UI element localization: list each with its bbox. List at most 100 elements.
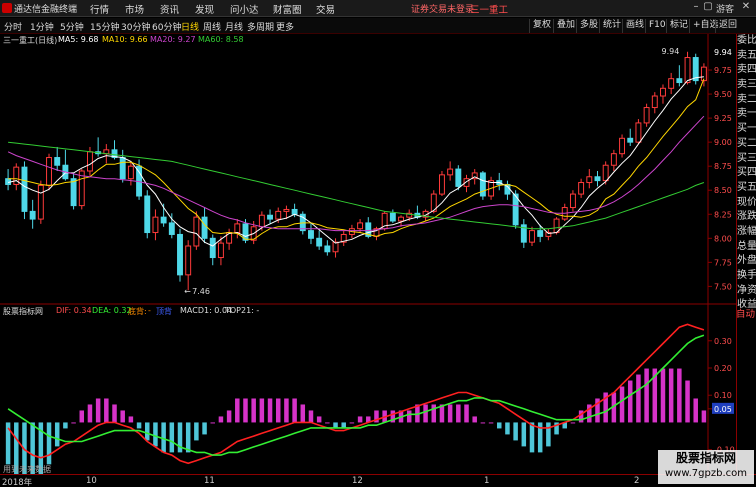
toolbar-button-0[interactable]: 复权	[529, 19, 554, 33]
macd-bar-pos	[349, 422, 355, 424]
trade-login-status[interactable]: 证券交易未登录	[411, 2, 474, 15]
side-label-10: 买五	[737, 181, 756, 193]
date-label-1: 10	[86, 476, 97, 486]
candle-up	[684, 57, 691, 84]
period-tab-8[interactable]: 月线	[225, 20, 243, 33]
candle-down	[267, 214, 274, 220]
macd-bar-neg	[529, 422, 535, 453]
price-tick-label: 9.50	[714, 90, 732, 99]
candle-up	[234, 223, 241, 234]
candle-up	[700, 66, 707, 82]
macd-bar-pos	[218, 416, 224, 423]
period-tab-4[interactable]: 30分钟	[121, 20, 150, 33]
toolbar-button-3[interactable]: 统计	[599, 19, 624, 33]
candle-up	[569, 193, 576, 209]
side-label-7: 买二	[737, 137, 756, 149]
menu-item-5[interactable]: 财富圈	[273, 2, 302, 16]
macd-bar-pos	[210, 422, 215, 424]
period-tab-9[interactable]: 多周期	[247, 20, 274, 33]
candle-down	[209, 237, 216, 259]
candle-down	[455, 168, 462, 187]
toolbar-button-2[interactable]: 多股	[576, 19, 601, 33]
close-icon[interactable]: ✕	[740, 1, 752, 14]
menu-item-1[interactable]: 市场	[125, 2, 144, 16]
macd-bar-pos	[120, 410, 125, 423]
period-tab-3[interactable]: 15分钟	[90, 20, 119, 33]
menu-item-4[interactable]: 问小达	[230, 2, 259, 16]
restore-icon[interactable]: ▢	[702, 1, 714, 14]
menu-item-6[interactable]: 交易	[316, 2, 335, 16]
candle-up	[357, 222, 364, 230]
macd-bar-neg	[513, 422, 518, 441]
minimize-icon[interactable]: –	[690, 1, 702, 14]
menu-item-0[interactable]: 行情	[90, 2, 109, 16]
candle-down	[479, 172, 486, 197]
macd-bar-pos	[308, 410, 314, 423]
macd-bar-pos	[71, 422, 76, 424]
macd-bar-pos	[284, 398, 289, 423]
period-tab-0[interactable]: 分时	[4, 20, 22, 33]
side-label-0: 委比	[737, 35, 756, 46]
price-tick-label: 7.50	[714, 282, 732, 291]
period-tab-1[interactable]: 1分钟	[30, 20, 54, 33]
macd-bar-pos	[685, 380, 690, 423]
macd-bar-pos	[488, 422, 494, 424]
macd-bar-pos	[668, 368, 674, 423]
macd-bar-neg	[521, 422, 527, 447]
period-tab-10[interactable]: 更多	[276, 20, 294, 33]
price-tick-label: 7.75	[714, 258, 732, 267]
app-logo-icon	[2, 3, 12, 13]
macd-bar-pos	[259, 398, 265, 423]
macd-bar-pos	[423, 404, 428, 423]
candle-down	[21, 166, 28, 212]
period-tab-6[interactable]: 日线	[181, 20, 199, 33]
macd-bar-pos	[677, 368, 682, 423]
watermark: 股票指标网 www.7gpzb.com	[658, 450, 754, 484]
date-label-3: 12	[352, 476, 363, 486]
period-tab-2[interactable]: 5分钟	[60, 20, 84, 33]
candle-down	[177, 233, 183, 276]
toolbar-button-6[interactable]: 标记	[666, 19, 691, 33]
menu-item-3[interactable]: 发现	[195, 2, 214, 16]
macd-bar-neg	[194, 422, 199, 441]
macd-bar-pos	[300, 404, 306, 423]
menu-item-2[interactable]: 资讯	[160, 2, 179, 16]
period-tab-5[interactable]: 60分钟	[152, 20, 181, 33]
candle-down	[316, 237, 323, 247]
candle-up	[660, 87, 666, 97]
candle-down	[54, 157, 61, 166]
side-label-1: 卖五	[737, 49, 756, 61]
kline-chart[interactable]: 9.94 9.75 9.50 9.25 9.00 8.75 8.50 8.25 8.00 7.75…	[0, 34, 736, 474]
macd-bar-pos	[128, 416, 134, 423]
candle-down	[168, 222, 175, 235]
toolbar-button-8[interactable]: 返回	[715, 19, 740, 33]
macd-bar-pos	[79, 410, 85, 423]
period-tab-7[interactable]: 周线	[203, 20, 221, 33]
candle-down	[537, 230, 544, 237]
macd-bar-neg	[153, 422, 158, 447]
side-label-3: 卖三	[737, 79, 756, 91]
candle-up	[258, 214, 265, 228]
macd-bar-pos	[578, 410, 584, 423]
candle-down	[676, 78, 683, 84]
ma10-line	[8, 78, 705, 240]
macd-bar-pos	[619, 386, 625, 423]
toolbar-button-4[interactable]: 画线	[622, 19, 647, 33]
macd-bar-pos	[87, 404, 93, 423]
macd-bar-pos	[292, 398, 297, 423]
candle-up	[643, 107, 650, 124]
candle-up	[86, 151, 93, 172]
macd-bar-pos	[325, 422, 330, 424]
macd-bar-pos	[447, 404, 453, 423]
candle-up	[185, 245, 192, 276]
macd-tick-label: 0.05	[714, 405, 732, 414]
tick-time-column: 自动行情14:514:514:514:514:514:514:514:514:5	[736, 308, 756, 323]
guest-label[interactable]: 游客	[716, 2, 734, 15]
candle-down	[119, 157, 126, 180]
ma20-line	[7, 115, 705, 232]
macd-bar-pos	[627, 380, 633, 423]
macd-bar-neg	[497, 422, 502, 429]
macd-bar-neg	[54, 422, 60, 447]
candle-down	[201, 216, 208, 239]
toolbar-button-1[interactable]: 叠加	[553, 19, 578, 33]
